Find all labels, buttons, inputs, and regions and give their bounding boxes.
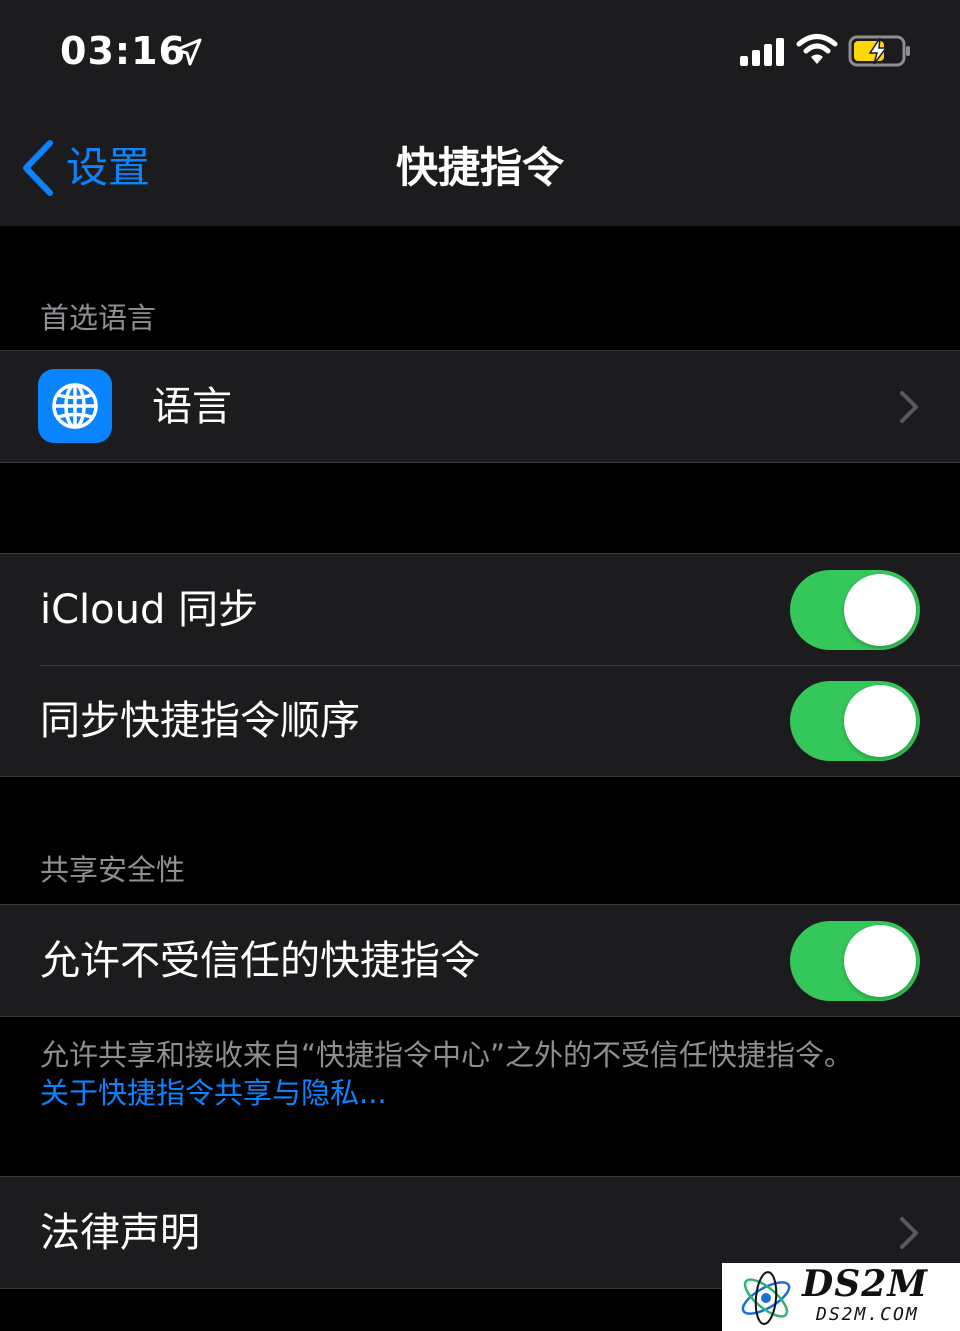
section-header-preferred-language: 首选语言 (40, 301, 157, 335)
page-title: 快捷指令 (395, 143, 564, 192)
section-header-sharing-security: 共享安全性 (40, 853, 186, 887)
row-icloud-sync: iCloud 同步 (0, 554, 960, 665)
row-language[interactable]: 语言 (0, 351, 960, 462)
toggle-knob (844, 684, 916, 757)
chevron-right-icon (900, 1216, 918, 1249)
sync-shortcut-order-toggle[interactable] (790, 680, 920, 761)
watermark-main-text: DS2M (802, 1263, 929, 1305)
atom-logo-icon (741, 1271, 791, 1325)
watermark: DS2M DS2M.COM (722, 1263, 960, 1331)
sharing-security-group: 允许不受信任的快捷指令 (0, 904, 960, 1017)
row-allow-untrusted-shortcuts: 允许不受信任的快捷指令 (0, 905, 960, 1016)
row-label-language: 语言 (152, 383, 232, 430)
cellular-signal-icon (740, 38, 784, 66)
footer-description: 允许共享和接收来自“快捷指令中心”之外的不受信任快捷指令。 (40, 1038, 854, 1072)
watermark-sub-text: DS2M.COM (816, 1304, 919, 1325)
sync-group: iCloud 同步 同步快捷指令顺序 (0, 553, 960, 777)
navigation-bar: 设置 快捷指令 (0, 110, 960, 226)
row-label-legal-notices: 法律声明 (40, 1209, 200, 1256)
globe-icon-box (38, 369, 112, 443)
wifi-icon (796, 34, 838, 64)
chevron-right-icon (900, 390, 918, 423)
toggle-knob (844, 924, 916, 997)
status-bar: 03:16 (0, 0, 960, 110)
location-arrow-icon (174, 38, 202, 66)
row-label-sync-shortcut-order: 同步快捷指令顺序 (40, 697, 360, 744)
privacy-link[interactable]: 关于快捷指令共享与隐私... (40, 1074, 930, 1112)
icloud-sync-toggle[interactable] (790, 569, 920, 650)
row-sync-shortcut-order: 同步快捷指令顺序 (0, 665, 960, 776)
battery-charging-icon (848, 35, 910, 67)
row-label-icloud-sync: iCloud 同步 (40, 586, 259, 633)
globe-icon (52, 383, 98, 429)
sharing-security-footer: 允许共享和接收来自“快捷指令中心”之外的不受信任快捷指令。 关于快捷指令共享与隐… (40, 1036, 930, 1112)
status-time: 03:16 (60, 29, 186, 73)
language-group: 语言 (0, 350, 960, 463)
allow-untrusted-shortcuts-toggle[interactable] (790, 920, 920, 1001)
row-label-allow-untrusted-shortcuts: 允许不受信任的快捷指令 (40, 937, 480, 984)
toggle-knob (844, 573, 916, 646)
